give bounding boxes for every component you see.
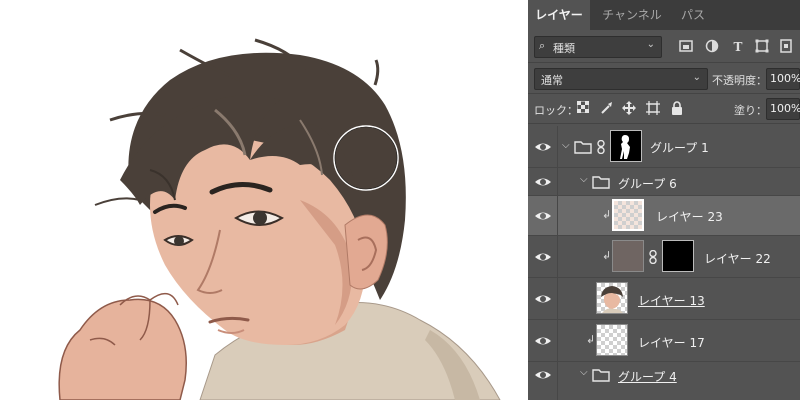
layer-thumbnail[interactable] — [596, 282, 628, 314]
folder-icon — [592, 176, 610, 189]
fill-input[interactable]: 100% — [766, 98, 800, 120]
layer-name: レイヤー 23 — [656, 210, 723, 224]
layer-row-group-1[interactable]: ⌵ グループ 1 — [528, 126, 800, 168]
tab-paths[interactable]: パス — [674, 0, 712, 30]
eye-icon[interactable] — [534, 368, 552, 382]
blend-mode-row: 通常 ⌄ 不透明度： 100% — [528, 67, 800, 91]
lock-image-pixels-icon[interactable] — [600, 101, 614, 115]
layer-name: グループ 6 — [618, 177, 677, 191]
chevron-down-icon[interactable]: ⌵ — [562, 140, 574, 151]
layer-thumbnail[interactable] — [612, 240, 644, 272]
eye-icon[interactable] — [534, 175, 552, 189]
lock-position-icon[interactable] — [622, 101, 636, 115]
layer-name: レイヤー 17 — [638, 336, 705, 350]
layer-mask-thumbnail[interactable] — [662, 240, 694, 272]
folder-icon — [574, 141, 592, 154]
eye-icon[interactable] — [534, 250, 552, 264]
layer-row-layer-22[interactable]: ↲ レイヤー 22 — [528, 236, 800, 278]
lock-transparent-pixels-icon[interactable] — [576, 100, 590, 115]
clipping-mask-icon: ↲ — [602, 249, 612, 262]
layer-kind-filter[interactable]: ⌕ 種類 ⌄ — [534, 36, 662, 58]
blend-mode-value: 通常 — [541, 74, 563, 87]
chevron-down-icon[interactable]: ⌵ — [580, 174, 592, 185]
eye-icon[interactable] — [534, 334, 552, 348]
layer-row-group-6[interactable]: ⌵ グループ 6 — [528, 168, 800, 196]
layers-panel: レイヤー チャンネル パス ⌕ 種類 ⌄ T 通常 ⌄ 不透明度： 100% ロ… — [528, 0, 800, 400]
fill-label: 塗り： — [734, 104, 767, 117]
character-thumbnail-icon — [601, 286, 623, 313]
layer-name: グループ 4 — [618, 370, 677, 384]
layer-row-layer-17[interactable]: ↲ レイヤー 17 — [528, 320, 800, 362]
layer-row-layer-13[interactable]: レイヤー 13 — [528, 278, 800, 320]
search-icon: ⌕ — [539, 39, 546, 52]
silhouette-mask-icon — [620, 135, 630, 159]
blend-mode-select[interactable]: 通常 ⌄ — [534, 68, 708, 90]
layer-name: レイヤー 13 — [638, 294, 705, 308]
document-canvas[interactable] — [0, 0, 528, 400]
group-mask-thumbnail[interactable] — [610, 130, 642, 162]
chevron-down-icon[interactable]: ⌵ — [580, 367, 592, 378]
divider — [528, 62, 800, 63]
layer-list: ⌵ グループ 1 ⌵ グループ 6 ↲ レイヤー 23 ↲ レイヤー 22 レイ… — [528, 126, 800, 400]
layer-row-group-4[interactable]: ⌵ グループ 4 — [528, 362, 800, 400]
filter-kind-label: 種類 — [553, 42, 575, 55]
type-filter-icon[interactable]: T — [730, 39, 746, 55]
lock-row: ロック： 塗り： 100% — [528, 97, 800, 121]
layer-thumbnail[interactable] — [596, 324, 628, 356]
tab-layers[interactable]: レイヤー — [528, 0, 590, 30]
character-illustration — [58, 38, 501, 400]
layer-row-layer-23[interactable]: ↲ レイヤー 23 — [528, 196, 800, 236]
clipping-mask-icon: ↲ — [586, 333, 596, 346]
lock-label: ロック： — [534, 104, 578, 117]
layer-filter-row: ⌕ 種類 ⌄ T — [528, 36, 800, 60]
divider — [528, 93, 800, 94]
link-icon[interactable] — [648, 250, 658, 264]
folder-icon — [592, 369, 610, 382]
eye-icon[interactable] — [534, 140, 552, 154]
eye-icon[interactable] — [534, 209, 552, 223]
layer-name: レイヤー 22 — [704, 252, 771, 266]
lock-all-icon[interactable] — [670, 101, 684, 115]
adjustment-filter-icon[interactable] — [704, 39, 720, 55]
divider — [528, 123, 800, 124]
chevron-down-icon: ⌄ — [692, 72, 701, 83]
panel-tab-bar: レイヤー チャンネル パス — [528, 0, 800, 30]
opacity-input[interactable]: 100% — [766, 68, 800, 90]
layer-thumbnail[interactable] — [612, 199, 644, 231]
layer-name: グループ 1 — [650, 141, 709, 155]
opacity-label: 不透明度： — [712, 74, 767, 87]
tab-channels[interactable]: チャンネル — [592, 0, 672, 30]
smart-object-filter-icon[interactable] — [778, 39, 794, 55]
lock-artboard-icon[interactable] — [646, 101, 660, 115]
shape-filter-icon[interactable] — [754, 39, 770, 55]
clipping-mask-icon: ↲ — [602, 208, 612, 221]
eye-icon[interactable] — [534, 292, 552, 306]
chevron-down-icon: ⌄ — [646, 39, 655, 50]
pixel-filter-icon[interactable] — [678, 39, 694, 55]
link-icon[interactable] — [596, 140, 606, 154]
